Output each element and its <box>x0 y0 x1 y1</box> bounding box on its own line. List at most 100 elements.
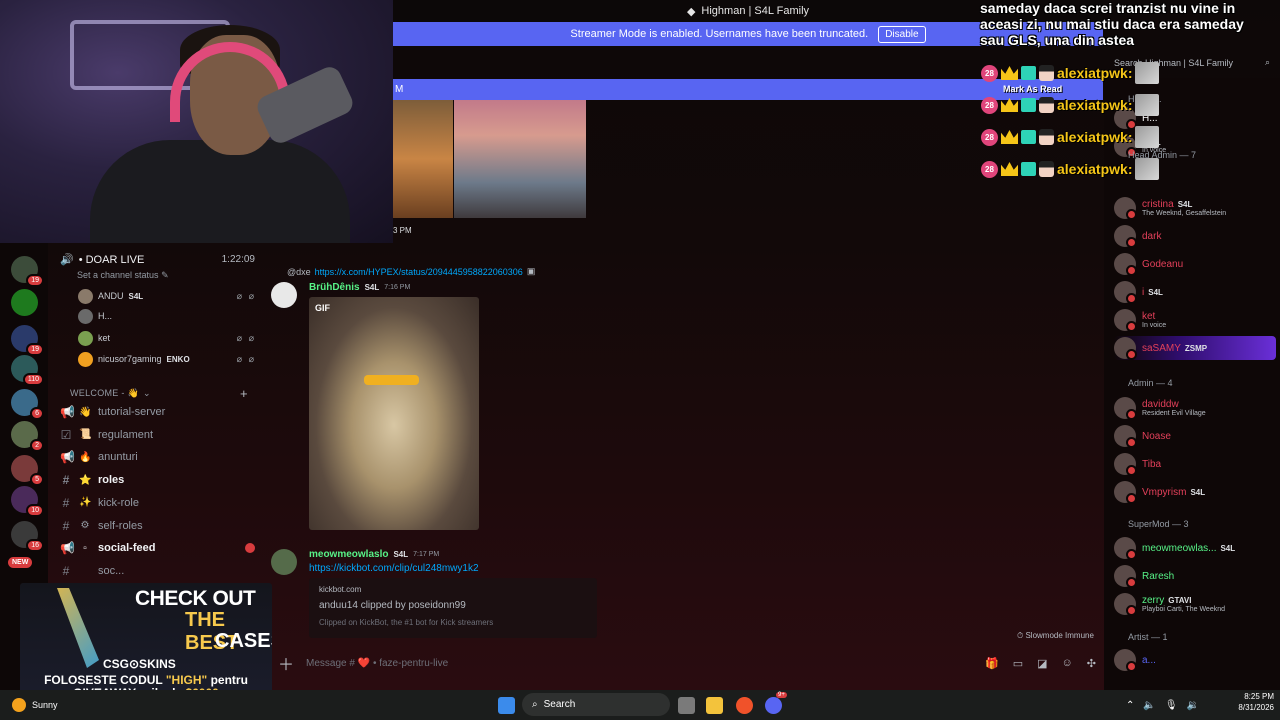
weather-widget[interactable]: Sunny <box>12 698 58 712</box>
channel-name: roles <box>98 474 125 487</box>
member-item[interactable]: ket In voice <box>1114 308 1276 332</box>
channel-7[interactable]: # soc... <box>60 561 255 581</box>
crown-icon <box>1001 162 1018 176</box>
message-input[interactable]: Message # ❤️ • faze-pentru-live <box>306 658 448 669</box>
voice-user[interactable]: H... <box>78 307 256 325</box>
server-icon[interactable]: 5 <box>11 455 44 486</box>
apps-icon[interactable]: ✣ <box>1087 657 1096 670</box>
mark-as-read-button[interactable]: Mark As Read <box>1003 84 1062 94</box>
server-icon[interactable]: 10 <box>11 486 44 517</box>
member-item[interactable]: Vmpyrism S4L <box>1114 480 1276 504</box>
attachment-image[interactable] <box>393 100 453 218</box>
sponsor-ad: CHECK OUT THE BEST CASES CSG⊙SKINS FOLOS… <box>20 583 272 705</box>
channel-6[interactable]: 📢 ▫ social-feed <box>60 538 255 558</box>
chevron-up-icon[interactable]: ⌃ <box>1126 700 1134 711</box>
emote-icon <box>1135 158 1160 180</box>
category-welcome[interactable]: WELCOME - 👋 ⌄ <box>70 388 151 399</box>
member-item[interactable]: cristina S4L The Weeknd, Gesaffelstein <box>1114 196 1276 220</box>
sub-badge-icon: 28 <box>981 96 998 114</box>
member-name-row: daviddw <box>1142 399 1206 410</box>
server-icon[interactable]: 110 <box>11 355 44 386</box>
speaker-icon[interactable]: 🔈 <box>1143 700 1155 711</box>
channel-1[interactable]: ☑ 📜 regulament <box>60 425 255 445</box>
member-activity: The Weeknd, Gesaffelstein <box>1142 210 1227 217</box>
volume-icon[interactable]: 🔉 <box>1187 700 1199 711</box>
member-name-row: ket <box>1142 311 1166 322</box>
clock[interactable]: 8:25 PM 8/31/2026 <box>1222 692 1274 714</box>
avatar[interactable] <box>271 282 297 308</box>
gift-icon[interactable]: 🎁 <box>985 657 999 670</box>
link-embed[interactable]: kickbot.com anduu14 clipped by poseidonn… <box>309 578 597 638</box>
member-item[interactable]: daviddw Resident Evil Village <box>1114 396 1276 420</box>
voice-user[interactable]: ket ⌀ ⌀ <box>78 329 256 347</box>
avatar <box>1114 593 1137 616</box>
member-item[interactable]: Tiba <box>1114 452 1276 476</box>
voice-user-name: nicusor7gaming <box>98 354 162 364</box>
embed-title[interactable]: anduu14 clipped by poseidonn99 <box>319 600 587 611</box>
microphone-icon[interactable]: 🎙 <box>1165 700 1178 711</box>
reply-link[interactable]: https://x.com/HYPEX/status/2094445958822… <box>315 267 523 277</box>
attachment-image-2[interactable] <box>454 100 586 218</box>
member-item[interactable]: a... <box>1114 648 1276 672</box>
server-icon[interactable]: 19 <box>11 325 44 356</box>
member-item[interactable]: Raresh <box>1114 564 1276 588</box>
server-icon[interactable]: 6 <box>11 389 44 420</box>
emote-icon <box>1135 126 1160 148</box>
task-view-icon[interactable] <box>678 697 695 714</box>
disable-streamer-mode-button[interactable]: Disable <box>878 25 926 43</box>
reply-reference[interactable]: @dxe https://x.com/HYPEX/status/20944459… <box>287 266 535 277</box>
brave-browser-icon[interactable] <box>736 697 753 714</box>
channel-2[interactable]: 📢 🔥 anunturi <box>60 447 255 467</box>
discord-icon[interactable] <box>765 697 782 714</box>
channel-name: regulament <box>98 428 154 441</box>
member-item[interactable]: i S4L <box>1114 280 1276 304</box>
message-author[interactable]: BrühDênis <box>309 282 360 293</box>
taskbar-search[interactable]: ⌕ Search <box>522 693 670 716</box>
channel-0[interactable]: 📢 👋 tutorial-server <box>60 402 255 422</box>
channel-emoji-icon: 🔥 <box>79 451 92 463</box>
voice-channel[interactable]: 🔊 • DOAR LIVE 1:22:09 <box>60 253 255 267</box>
member-item[interactable]: dark <box>1114 224 1276 248</box>
start-icon[interactable] <box>498 697 515 714</box>
sticker-icon[interactable]: ◪ <box>1037 657 1047 670</box>
message-link[interactable]: https://kickbot.com/clip/cul248mwy1k2 <box>309 563 479 574</box>
gif-icon[interactable]: ▭ <box>1013 657 1023 670</box>
member-item[interactable]: meowmeowlas... S4L <box>1114 536 1276 560</box>
voice-user[interactable]: nicusor7gaming ENKO ⌀ ⌀ <box>78 350 256 368</box>
gift-sub-icon <box>1021 162 1036 176</box>
ad-brand: CSG⊙SKINS <box>103 657 176 671</box>
channel-5[interactable]: # ⚙ self-roles <box>60 516 255 536</box>
server-icon[interactable] <box>11 289 38 316</box>
voice-user[interactable]: ANDU S4L ⌀ ⌀ <box>78 287 256 305</box>
channel-3[interactable]: # ⭐ roles <box>60 470 255 490</box>
file-explorer-icon[interactable] <box>706 697 723 714</box>
guild-tag: GTAVI <box>1168 596 1192 605</box>
crown-icon <box>1001 66 1018 80</box>
embed-description: Clipped on KickBot, the #1 bot for Kick … <box>319 618 494 627</box>
member-name-row: Godeanu <box>1142 259 1183 270</box>
gif-attachment[interactable]: GIF <box>309 297 479 530</box>
guild-tag: S4L <box>1220 543 1236 553</box>
avatar[interactable] <box>271 549 297 575</box>
server-icon[interactable]: 16 <box>11 521 44 552</box>
channel-name: kick-role <box>98 496 139 509</box>
member-item[interactable]: saSAMY ZSMP <box>1114 336 1276 360</box>
member-item[interactable]: Noase <box>1114 424 1276 448</box>
stream-chat-line: 28 alexiatpwk: <box>981 158 1160 180</box>
member-item[interactable]: Godeanu <box>1114 252 1276 276</box>
server-icon[interactable]: 19 <box>11 256 44 287</box>
avatar <box>1114 225 1137 248</box>
channel-status[interactable]: Set a channel status ✎ <box>77 270 169 281</box>
message-composer[interactable]: ＋ Message # ❤️ • faze-pentru-live 🎁 ▭ ◪ … <box>272 648 1102 678</box>
member-item[interactable]: zerry GTAVI Playboi Carti, The Weeknd <box>1114 592 1276 616</box>
member-info: cristina S4L The Weeknd, Gesaffelstein <box>1142 199 1226 217</box>
server-badge: 10 <box>26 504 44 517</box>
message-author[interactable]: meowmeowlaslo <box>309 549 388 560</box>
system-tray: ⌃ 🔈 🎙 🔉 <box>1126 690 1199 720</box>
add-channel-icon[interactable]: + <box>240 386 248 401</box>
add-attachment-button[interactable]: ＋ <box>278 651 294 675</box>
channel-name: anunturi <box>98 451 138 464</box>
emoji-icon[interactable]: ☺ <box>1062 657 1073 670</box>
channel-4[interactable]: # ✨ kick-role <box>60 493 255 513</box>
server-icon[interactable]: 2 <box>11 421 44 452</box>
